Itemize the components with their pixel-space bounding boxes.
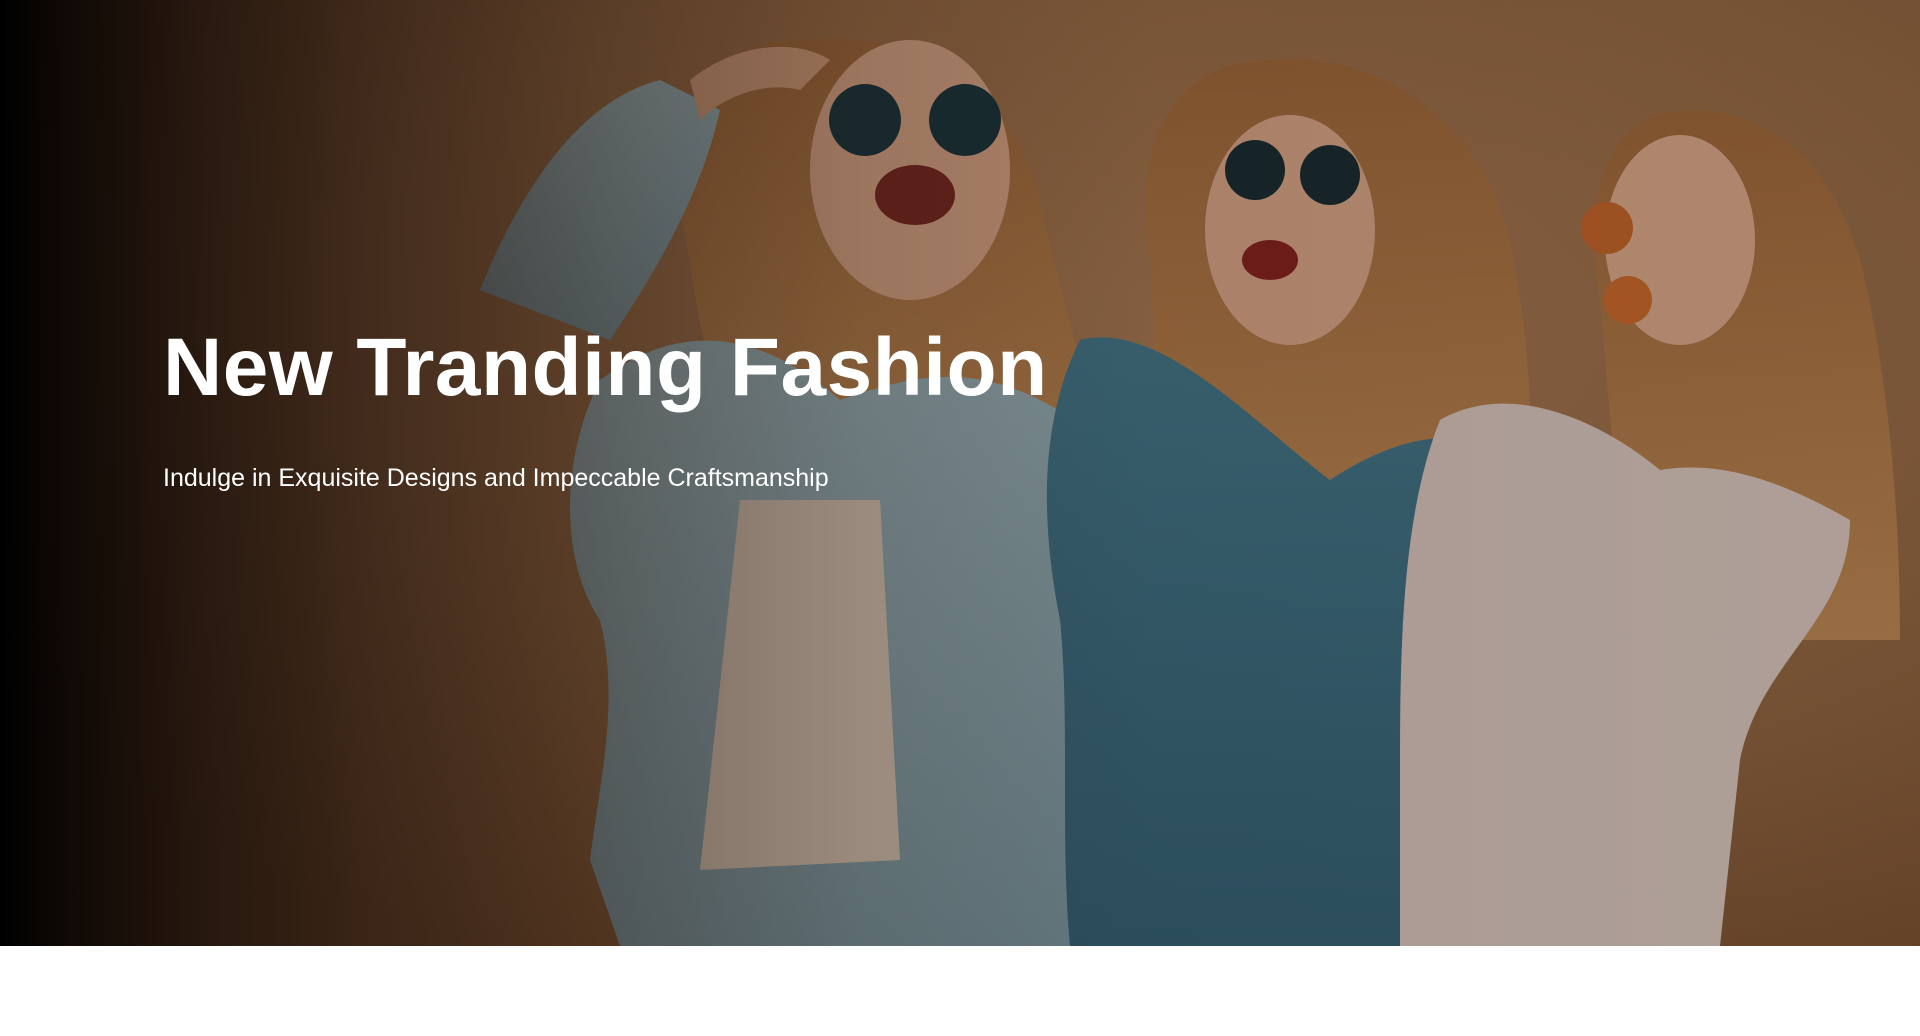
hero-subtitle: Indulge in Exquisite Designs and Impecca… bbox=[163, 464, 829, 492]
hero-title: New Tranding Fashion bbox=[163, 322, 1048, 413]
page-body-area bbox=[0, 946, 1920, 1036]
hero-banner: New Tranding Fashion Indulge in Exquisit… bbox=[0, 0, 1920, 946]
hero-text-block: New Tranding Fashion Indulge in Exquisit… bbox=[163, 318, 1263, 494]
